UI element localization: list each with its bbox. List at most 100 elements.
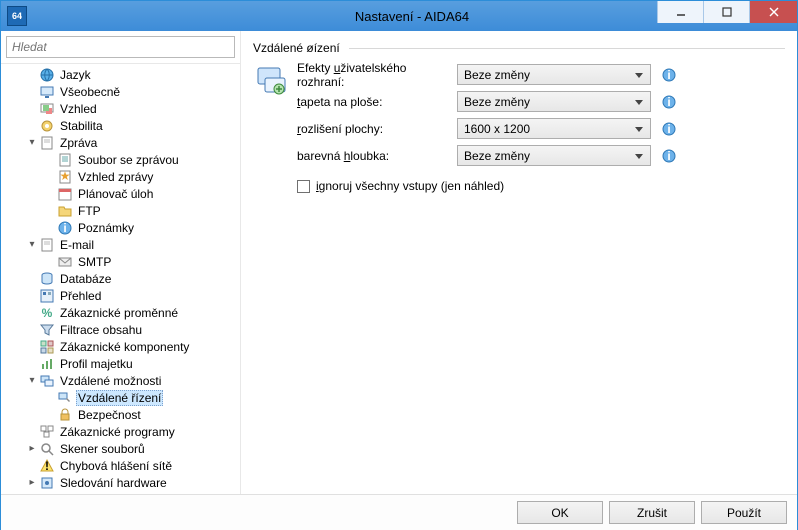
cancel-button[interactable]: Zrušit bbox=[609, 501, 695, 524]
tree-item-pozn-mky[interactable]: iPoznámky bbox=[5, 219, 238, 236]
globe-icon bbox=[39, 67, 55, 83]
select-value: Beze změny bbox=[464, 149, 530, 163]
svg-text:!: ! bbox=[45, 459, 49, 473]
settings-tree: Jazyk Všeobecně VzhledStabilita ▾ Zpráva Soub… bbox=[1, 63, 240, 494]
tree-item-label: SMTP bbox=[76, 255, 113, 269]
monitor-icon bbox=[39, 84, 55, 100]
tree-item-label: Databáze bbox=[58, 272, 113, 286]
palette-icon bbox=[39, 101, 55, 117]
tree-item-stabilita[interactable]: Stabilita bbox=[5, 117, 238, 134]
tree-item-vzd-len-zen-[interactable]: Vzdálené řízení bbox=[5, 389, 238, 406]
maximize-button[interactable] bbox=[703, 1, 749, 23]
tree-item-vzhled[interactable]: Vzhled bbox=[5, 100, 238, 117]
tree-item-label: Skener souborů bbox=[58, 442, 147, 456]
tree-toggle-icon[interactable]: ▸ bbox=[25, 476, 39, 490]
ignore-inputs-checkbox-row: ignoruj všechny vstupy (jen náhled) bbox=[297, 179, 785, 193]
remote-control-icon bbox=[255, 65, 287, 97]
info-icon[interactable]: i bbox=[661, 148, 677, 164]
tree-item-label: Vzhled zprávy bbox=[76, 170, 155, 184]
tree-item-v-eobecn-[interactable]: Všeobecně bbox=[5, 83, 238, 100]
tree-item-label: Sledování hardware bbox=[58, 476, 169, 490]
tree-toggle-icon[interactable]: ▾ bbox=[25, 238, 39, 252]
tree-item-label: Bezpečnost bbox=[76, 408, 143, 422]
tree-item-datab-ze[interactable]: Databáze bbox=[5, 270, 238, 287]
svg-text:★: ★ bbox=[60, 169, 71, 183]
tree-item-e-mail[interactable]: ▾ E-mail bbox=[5, 236, 238, 253]
setting-row-0: Efekty uživatelského rozhraní:Beze změny… bbox=[297, 61, 785, 88]
tree-item-label: Zákaznické komponenty bbox=[58, 340, 191, 354]
tree-item-sledov-n-hardware[interactable]: ▸ Sledování hardware bbox=[5, 474, 238, 491]
tree-item-label: FTP bbox=[76, 204, 103, 218]
tree-item-vzd-len-mo-nosti[interactable]: ▾ Vzdálené možnosti bbox=[5, 372, 238, 389]
tree-item-label: Poznámky bbox=[76, 221, 136, 235]
select-value: Beze změny bbox=[464, 95, 530, 109]
tree-item-ftp[interactable]: FTP bbox=[5, 202, 238, 219]
tree-item-label: E-mail bbox=[58, 238, 96, 252]
tree-item-filtrace-obsahu[interactable]: Filtrace obsahu bbox=[5, 321, 238, 338]
setting-select-0[interactable]: Beze změny bbox=[457, 64, 651, 85]
setting-label: barevná hloubka: bbox=[297, 149, 457, 163]
tree-item-skener-soubor-[interactable]: ▸ Skener souborů bbox=[5, 440, 238, 457]
ignore-inputs-checkbox[interactable] bbox=[297, 180, 310, 193]
setting-label: tapeta na ploše: bbox=[297, 95, 457, 109]
tree-item-label: Zpráva bbox=[58, 136, 99, 150]
svg-text:i: i bbox=[667, 122, 670, 136]
tree-item-vzhled-zpr-vy[interactable]: ★ Vzhled zprávy bbox=[5, 168, 238, 185]
info-icon[interactable]: i bbox=[661, 94, 677, 110]
tree-item-label: Zákaznické programy bbox=[58, 425, 177, 439]
group-title: Vzdálené øízení bbox=[253, 41, 785, 55]
tree-item-label: Všeobecně bbox=[58, 85, 122, 99]
tree-item-label: Profil majetku bbox=[58, 357, 135, 371]
main-panel: Vzdálené øízení Efekty uživatelského roz… bbox=[241, 31, 797, 494]
tree-item-label: Soubor se zprávou bbox=[76, 153, 181, 167]
remote-ctrl-icon bbox=[57, 390, 73, 406]
vars-icon: % bbox=[39, 305, 55, 321]
tree-toggle-icon[interactable]: ▾ bbox=[25, 136, 39, 150]
tree-item-z-kaznick-programy[interactable]: Zákaznické programy bbox=[5, 423, 238, 440]
tree-item-z-kaznick-komponenty[interactable]: Zákaznické komponenty bbox=[5, 338, 238, 355]
tree-item-zpr-va[interactable]: ▾ Zpráva bbox=[5, 134, 238, 151]
warning-icon: ! bbox=[39, 458, 55, 474]
setting-select-1[interactable]: Beze změny bbox=[457, 91, 651, 112]
envelope-icon bbox=[57, 254, 73, 270]
close-button[interactable] bbox=[749, 1, 797, 23]
tree-item-profil-majetku[interactable]: Profil majetku bbox=[5, 355, 238, 372]
minimize-button[interactable] bbox=[657, 1, 703, 23]
svg-text:i: i bbox=[667, 95, 670, 109]
setting-select-2[interactable]: 1600 x 1200 bbox=[457, 118, 651, 139]
tree-item-soubor-se-zpr-vou[interactable]: Soubor se zprávou bbox=[5, 151, 238, 168]
search-input[interactable] bbox=[6, 36, 235, 58]
setting-row-1: tapeta na ploše: Beze změny i bbox=[297, 88, 785, 115]
tree-toggle-icon[interactable]: ▾ bbox=[25, 374, 39, 388]
tree-item-label: Chybová hlášení sítě bbox=[58, 459, 174, 473]
tree-item-label: Vzhled bbox=[58, 102, 99, 116]
tree-item-pl-nova-loh[interactable]: Plánovač úloh bbox=[5, 185, 238, 202]
chart-icon bbox=[39, 356, 55, 372]
page-icon bbox=[39, 135, 55, 151]
sidebar: Jazyk Všeobecně VzhledStabilita ▾ Zpráva Soub… bbox=[1, 31, 241, 494]
tree-item-chybov-hl-en-s-t-[interactable]: ! Chybová hlášení sítě bbox=[5, 457, 238, 474]
info-icon[interactable]: i bbox=[661, 121, 677, 137]
info-icon[interactable]: i bbox=[661, 67, 677, 83]
apps-icon bbox=[39, 424, 55, 440]
apply-button[interactable]: Použít bbox=[701, 501, 787, 524]
dialog-footer: OK Zrušit Použít bbox=[1, 494, 797, 530]
tree-item-label: Vzdálené možnosti bbox=[58, 374, 163, 388]
svg-text:i: i bbox=[667, 149, 670, 163]
tree-item-z-kaznick-prom-nn-[interactable]: %Zákaznické proměnné bbox=[5, 304, 238, 321]
folder-icon bbox=[57, 203, 73, 219]
setting-select-3[interactable]: Beze změny bbox=[457, 145, 651, 166]
ok-button[interactable]: OK bbox=[517, 501, 603, 524]
remote-icon bbox=[39, 373, 55, 389]
summary-icon bbox=[39, 288, 55, 304]
page-icon bbox=[39, 237, 55, 253]
tree-item-jazyk[interactable]: Jazyk bbox=[5, 66, 238, 83]
tree-item-p-ehled[interactable]: Přehled bbox=[5, 287, 238, 304]
setting-row-2: rozlišení plochy:1600 x 1200i bbox=[297, 115, 785, 142]
tree-item-label: Přehled bbox=[58, 289, 103, 303]
info-blue-icon: i bbox=[57, 220, 73, 236]
tree-item-bezpe-nost[interactable]: Bezpečnost bbox=[5, 406, 238, 423]
tree-toggle-icon[interactable]: ▸ bbox=[25, 442, 39, 456]
tree-item-smtp[interactable]: SMTP bbox=[5, 253, 238, 270]
tree-item-label: Filtrace obsahu bbox=[58, 323, 144, 337]
